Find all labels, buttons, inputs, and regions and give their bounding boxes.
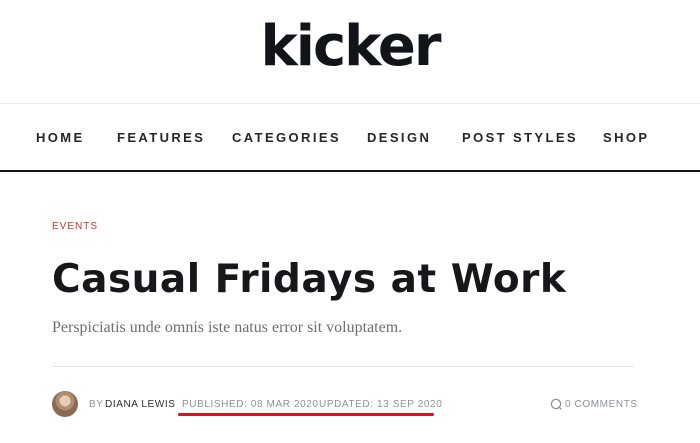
site-header: kicker	[0, 0, 700, 104]
site-logo[interactable]: kicker	[0, 14, 700, 80]
article-subtitle: Perspiciatis unde omnis iste natus error…	[52, 319, 403, 336]
nav-item-shop[interactable]: SHOP	[603, 130, 649, 146]
comments-count: 0 COMMENTS	[565, 399, 638, 410]
nav-item-post-styles[interactable]: POST STYLES	[462, 130, 578, 146]
article-category-link[interactable]: EVENTS	[52, 221, 98, 233]
author-name-link[interactable]: DIANA LEWIS	[105, 399, 176, 411]
nav-item-design[interactable]: DESIGN	[367, 130, 431, 146]
main-navigation: HOME FEATURES CATEGORIES DESIGN POST STY…	[0, 105, 700, 172]
updated-date: UPDATED: 13 SEP 2020	[319, 399, 443, 410]
article-title: Casual Fridays at Work	[52, 257, 567, 302]
date-highlight-underline	[178, 413, 434, 416]
nav-item-features[interactable]: FEATURES	[117, 130, 205, 146]
comment-bubble-icon	[550, 398, 562, 410]
nav-item-home[interactable]: HOME	[36, 130, 85, 146]
byline-prefix: BY	[89, 399, 104, 410]
nav-item-categories[interactable]: CATEGORIES	[232, 130, 341, 146]
meta-divider	[52, 366, 634, 367]
author-avatar[interactable]	[52, 391, 78, 417]
published-date: PUBLISHED: 08 MAR 2020	[182, 399, 319, 410]
